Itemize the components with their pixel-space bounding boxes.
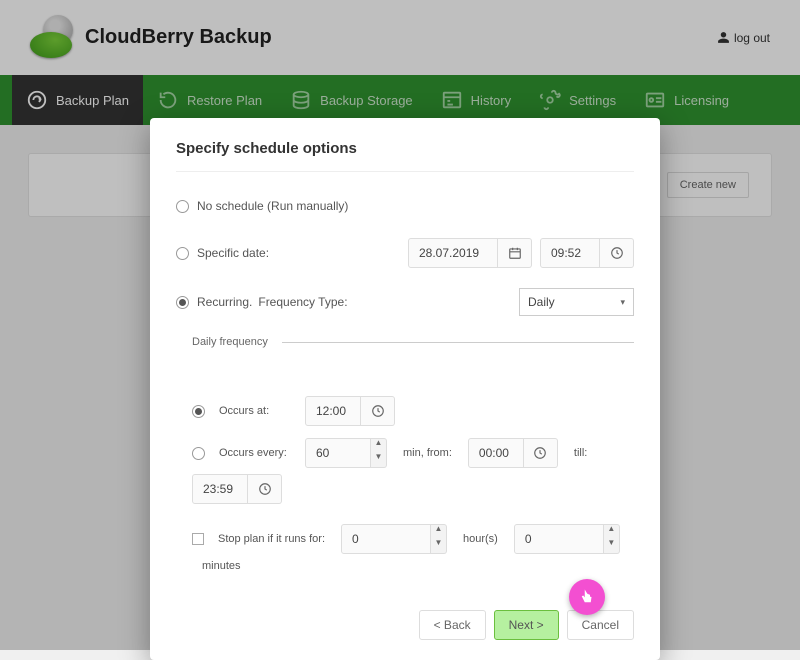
radio-no-schedule[interactable]: [176, 200, 189, 213]
stop-minutes-input[interactable]: 0: [514, 524, 604, 554]
clock-icon[interactable]: [600, 238, 634, 268]
stepper[interactable]: ▲▼: [604, 524, 620, 554]
back-button[interactable]: < Back: [419, 610, 486, 640]
till-label: till:: [564, 447, 597, 459]
date-input[interactable]: 28.07.2019: [408, 238, 498, 268]
cursor-pointer-icon: [569, 579, 605, 615]
stop-plan-checkbox[interactable]: [192, 533, 204, 545]
stepper[interactable]: ▲▼: [371, 438, 387, 468]
radio-specific-date[interactable]: [176, 247, 189, 260]
hours-unit: hour(s): [453, 533, 508, 545]
till-time-input[interactable]: 23:59: [192, 474, 248, 504]
clock-icon[interactable]: [524, 438, 558, 468]
calendar-icon[interactable]: [498, 238, 532, 268]
radio-occurs-at[interactable]: [192, 405, 205, 418]
minutes-unit: minutes: [192, 560, 251, 572]
occurs-every-label: Occurs every:: [219, 447, 299, 459]
stepper[interactable]: ▲▼: [431, 524, 447, 554]
specific-date-label: Specific date:: [197, 246, 269, 260]
from-time-input[interactable]: 00:00: [468, 438, 524, 468]
occurs-every-input[interactable]: 60: [305, 438, 371, 468]
frequency-type-select[interactable]: Daily ▾: [519, 288, 634, 316]
radio-recurring[interactable]: [176, 296, 189, 309]
min-from-label: min, from:: [393, 447, 462, 459]
cancel-button[interactable]: Cancel: [567, 610, 634, 640]
radio-occurs-every[interactable]: [192, 447, 205, 460]
clock-icon[interactable]: [248, 474, 282, 504]
divider: [282, 342, 634, 343]
frequency-value: Daily: [528, 295, 555, 309]
no-schedule-label: No schedule (Run manually): [197, 199, 348, 213]
time-input[interactable]: 09:52: [540, 238, 600, 268]
daily-frequency-heading: Daily frequency: [192, 336, 268, 348]
occurs-at-input[interactable]: 12:00: [305, 396, 361, 426]
stop-plan-label: Stop plan if it runs for:: [218, 533, 325, 545]
occurs-at-label: Occurs at:: [219, 405, 299, 417]
clock-icon[interactable]: [361, 396, 395, 426]
next-button[interactable]: Next >: [494, 610, 559, 640]
chevron-down-icon: ▾: [620, 297, 625, 308]
stop-hours-input[interactable]: 0: [341, 524, 431, 554]
modal-title: Specify schedule options: [176, 140, 634, 172]
frequency-type-label: Frequency Type:: [258, 295, 347, 309]
recurring-label: Recurring.: [197, 295, 252, 309]
